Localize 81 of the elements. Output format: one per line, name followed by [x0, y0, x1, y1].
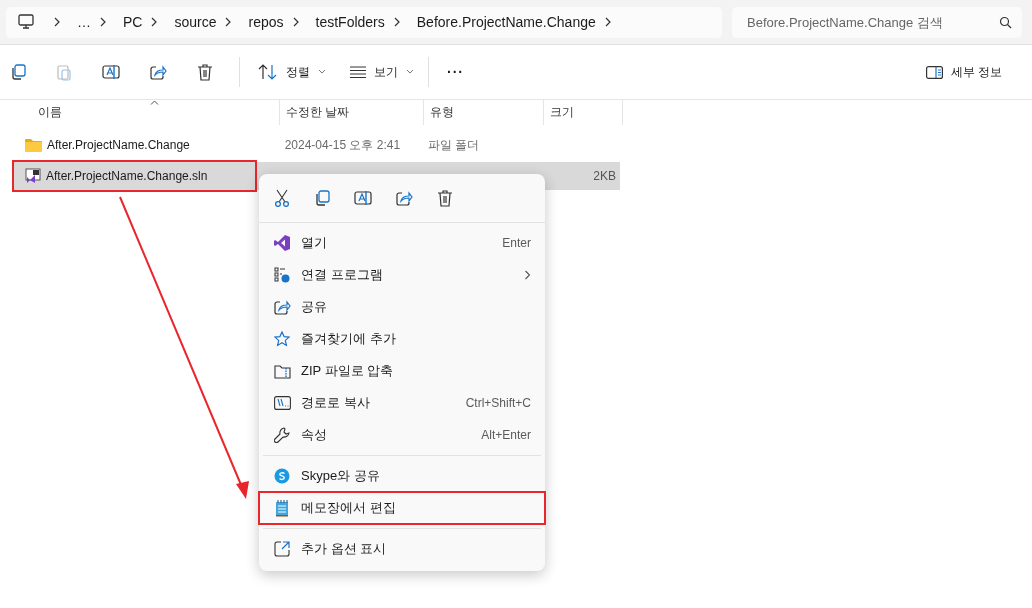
column-header[interactable]: 유형	[424, 100, 544, 125]
breadcrumb-item[interactable]: repos	[248, 14, 284, 30]
details-pane-icon	[925, 65, 943, 79]
star-icon	[274, 331, 290, 347]
menu-item[interactable]: 추가 옵션 표시	[259, 533, 545, 565]
column-header[interactable]: 이름	[13, 100, 280, 125]
chevron-icon	[99, 17, 107, 27]
menu-item[interactable]: 즐겨찾기에 추가	[259, 323, 545, 355]
chevron-icon	[291, 17, 300, 27]
type-cell: 파일 폴더	[427, 136, 480, 154]
cut-icon[interactable]	[274, 189, 290, 207]
date-cell: 2024-04-15 오후 2:41	[284, 136, 401, 154]
chevron-icon	[53, 17, 61, 27]
menu-label: 공유	[301, 298, 328, 316]
breadcrumb-item[interactable]: …	[77, 14, 91, 30]
menu-label: 속성	[301, 426, 328, 444]
solution-file-icon	[25, 168, 41, 184]
view-button[interactable]: 보기	[344, 59, 420, 85]
menu-label: ZIP 파일로 압축	[301, 362, 395, 380]
chevron-icon	[392, 17, 401, 27]
menu-label: Skype와 공유	[301, 467, 381, 485]
wrench-icon	[274, 427, 290, 443]
caret-icon	[318, 69, 326, 75]
menu-item[interactable]: ZIP 파일로 압축	[259, 355, 545, 387]
copy-icon[interactable]	[10, 64, 26, 80]
share-icon	[273, 299, 291, 315]
menu-label: 경로로 복사	[301, 394, 371, 412]
menu-label: 메모장에서 편집	[301, 499, 397, 517]
address-bar[interactable]: … PC source repos testFolders Before.ProjectName.Change	[6, 6, 722, 38]
visual-studio-icon	[274, 235, 290, 251]
menu-item[interactable]: 경로로 복사 Ctrl+Shift+C	[259, 387, 545, 419]
lines-icon	[350, 66, 366, 78]
menu-label: 즐겨찾기에 추가	[301, 330, 397, 348]
search-icon	[999, 15, 1012, 29]
search-field[interactable]: Before.ProjectName.Change 검색	[732, 6, 1022, 38]
expand-icon	[274, 541, 290, 557]
notepad-icon	[275, 499, 289, 517]
skype-icon	[274, 468, 290, 484]
folder-icon	[25, 138, 42, 152]
file-name: After.ProjectName.Change	[47, 138, 190, 152]
menu-label: 열기	[301, 234, 328, 252]
breadcrumb-item[interactable]: source	[174, 14, 217, 30]
caret-icon	[406, 69, 414, 75]
menu-item[interactable]: Skype와 공유	[259, 460, 545, 492]
file-row[interactable]: After.ProjectName.Change 2024-04-15 오후 2:41 파일 폴더	[13, 132, 620, 158]
shortcut-text: Alt+Enter	[481, 428, 531, 442]
column-header[interactable]: 크기	[544, 100, 623, 125]
path-icon	[273, 396, 291, 410]
menu-item[interactable]: 속성 Alt+Enter	[259, 419, 545, 451]
sort-button[interactable]: 정렬	[252, 59, 332, 85]
chevron-icon	[150, 17, 159, 27]
trash-icon[interactable]	[437, 189, 453, 207]
share-icon[interactable]	[150, 64, 167, 80]
computer-icon	[17, 14, 35, 30]
shortcut-text: Enter	[502, 236, 531, 250]
copy-icon[interactable]	[314, 190, 330, 206]
menu-label: 연결 프로그램	[301, 266, 384, 284]
trash-icon[interactable]	[197, 63, 213, 81]
menu-label: 추가 옵션 표시	[301, 540, 388, 558]
breadcrumb-item[interactable]: PC	[123, 14, 143, 30]
chevron-icon	[603, 17, 612, 27]
size-cell: 2KB	[593, 169, 616, 183]
rename-icon[interactable]	[102, 64, 120, 80]
menu-item[interactable]: 메모장에서 편집	[259, 492, 545, 524]
share-icon[interactable]	[396, 190, 413, 206]
file-name: After.ProjectName.Change.sln	[46, 169, 208, 183]
sort-icon	[258, 64, 278, 80]
more-button[interactable]: ···	[441, 60, 470, 84]
zip-folder-icon	[273, 363, 291, 379]
sort-caret-icon	[150, 100, 159, 105]
menu-item[interactable]: 연결 프로그램	[259, 259, 545, 291]
shortcut-text: Ctrl+Shift+C	[465, 396, 531, 410]
breadcrumb-item[interactable]: testFolders	[315, 14, 385, 30]
apps-icon	[274, 267, 290, 283]
breadcrumb-item[interactable]: Before.ProjectName.Change	[416, 14, 596, 30]
chevron-icon	[224, 17, 233, 27]
menu-item[interactable]: 공유	[259, 291, 545, 323]
rename-icon[interactable]	[354, 190, 372, 206]
menu-item[interactable]: 열기 Enter	[259, 227, 545, 259]
column-header[interactable]: 수정한 날짜	[280, 100, 424, 125]
details-button[interactable]: 세부 정보	[919, 59, 1008, 85]
